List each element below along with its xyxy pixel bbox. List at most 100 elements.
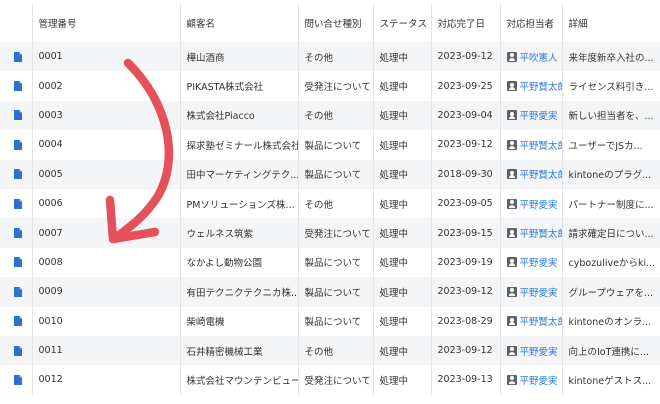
owner-link[interactable]: 平野愛実 xyxy=(520,347,558,358)
table-row[interactable]: 0006 PMソリューションズ株... その他 処理中 2023-09-05 平野愛実 パー… xyxy=(0,188,660,219)
owner-link[interactable]: 平野愛実 xyxy=(520,376,558,387)
cell-inquiry-type: 製品について xyxy=(297,247,373,278)
header-date[interactable]: 対応完了日 xyxy=(430,4,500,42)
table-row[interactable]: 0008 なかよし動物公園 製品について 処理中 2023-09-19 平野愛実 cyboz… xyxy=(0,247,660,278)
table-row[interactable]: 0011 石井精密機械工業 その他 処理中 2023-09-12 平野愛実 向上のIoT連携… xyxy=(0,335,660,366)
owner-link[interactable]: 平野愛実 xyxy=(520,258,558,269)
cell-customer-name: 探求塾ゼミナール株式会社 xyxy=(179,130,298,160)
row-detail-link[interactable] xyxy=(0,100,32,131)
cell-customer-name: 有田テクニクテクニカ株... xyxy=(179,277,298,307)
row-detail-link[interactable] xyxy=(0,335,32,366)
row-detail-link[interactable] xyxy=(0,71,32,101)
cell-status: 処理中 xyxy=(372,277,431,307)
document-icon[interactable] xyxy=(14,345,22,356)
user-icon xyxy=(506,345,517,356)
user-icon xyxy=(506,257,517,268)
cell-owner: 平野賢太郎 xyxy=(499,130,563,160)
user-icon xyxy=(506,228,517,239)
table-row[interactable]: 0012 株式会社マウンテンビュー 受発注について 処理中 2023-09-13 平野愛実… xyxy=(0,365,660,395)
header-status[interactable]: ステータス xyxy=(372,4,431,42)
row-detail-link[interactable] xyxy=(0,247,32,278)
cell-completion-date: 2023-09-12 xyxy=(430,42,500,72)
cell-record-id: 0005 xyxy=(31,159,180,189)
cell-owner: 平野賢太郎 xyxy=(499,306,563,336)
cell-record-id: 0006 xyxy=(31,188,180,219)
owner-link[interactable]: 平野愛実 xyxy=(520,200,558,211)
header-icon-column xyxy=(0,4,32,42)
cell-inquiry-type: 製品について xyxy=(297,306,373,336)
cell-inquiry-type: その他 xyxy=(297,100,373,131)
document-icon[interactable] xyxy=(14,228,22,239)
row-detail-link[interactable] xyxy=(0,365,32,395)
document-icon[interactable] xyxy=(14,51,22,62)
cell-customer-name: 株式会社Piacco xyxy=(179,100,298,131)
owner-link[interactable]: 平野賢太郎 xyxy=(520,82,563,93)
cell-detail: 新しい担当者を、... xyxy=(561,100,660,131)
cell-owner: 平野賢太郎 xyxy=(499,71,563,101)
cell-inquiry-type: 受発注について xyxy=(297,71,373,101)
cell-detail: ライセンス料引き... xyxy=(561,71,660,101)
cell-owner: 平野愛実 xyxy=(499,335,562,366)
header-detail[interactable]: 詳細 xyxy=(561,4,660,42)
cell-customer-name: 田中マーケティングテク... xyxy=(179,159,298,189)
cell-record-id: 0010 xyxy=(31,306,180,336)
document-icon[interactable] xyxy=(14,286,22,297)
table-row[interactable]: 0010柴崎電機製品について処理中2023-08-29 平野賢太郎kintoneの… xyxy=(0,306,660,336)
document-icon[interactable] xyxy=(14,169,22,180)
owner-link[interactable]: 平野賢太郎 xyxy=(520,170,563,181)
document-icon[interactable] xyxy=(14,198,22,209)
cell-inquiry-type: その他 xyxy=(297,42,373,72)
row-detail-link[interactable] xyxy=(0,306,32,336)
header-customer[interactable]: 顧客名 xyxy=(179,4,298,42)
owner-link[interactable]: 平吹憲人 xyxy=(520,53,558,64)
cell-detail: kintoneのオンラ... xyxy=(561,306,660,336)
row-detail-link[interactable] xyxy=(0,159,32,189)
cell-status: 処理中 xyxy=(372,71,431,101)
document-icon[interactable] xyxy=(14,110,22,121)
owner-link[interactable]: 平野愛実 xyxy=(520,111,558,122)
user-icon xyxy=(506,110,517,121)
cell-inquiry-type: その他 xyxy=(297,335,373,366)
cell-completion-date: 2023-09-15 xyxy=(430,218,500,248)
document-icon[interactable] xyxy=(14,374,22,385)
cell-detail: パートナー制度に... xyxy=(561,188,660,219)
cell-detail: グループウェアを... xyxy=(561,277,660,307)
cell-status: 処理中 xyxy=(372,130,431,160)
owner-link[interactable]: 平野賢太郎 xyxy=(520,317,563,328)
table-row[interactable]: 0003 株式会社Piacco その他 処理中 2023-09-04 平野愛実 新しい担当者… xyxy=(0,100,660,131)
user-icon xyxy=(506,169,517,180)
table-row[interactable]: 0007ウェルネス筑紫受発注について処理中2023-09-15 平野賢太郎請求確定… xyxy=(0,218,660,248)
document-icon[interactable] xyxy=(14,257,22,268)
user-icon xyxy=(506,198,517,209)
row-detail-link[interactable] xyxy=(0,188,32,219)
user-icon xyxy=(506,139,517,150)
document-icon[interactable] xyxy=(14,81,22,92)
row-detail-link[interactable] xyxy=(0,277,32,307)
document-icon[interactable] xyxy=(14,139,22,150)
row-detail-link[interactable] xyxy=(0,130,32,160)
cell-status: 処理中 xyxy=(372,100,431,131)
header-type[interactable]: 問い合せ種別 xyxy=(297,4,373,42)
cell-inquiry-type: 製品について xyxy=(297,277,373,307)
owner-link[interactable]: 平野愛実 xyxy=(520,288,558,299)
document-icon[interactable] xyxy=(14,316,22,327)
table-header-row: 管理番号 顧客名 問い合せ種別 ステータス 対応完了日 対応担当者 詳細 xyxy=(0,4,660,42)
owner-link[interactable]: 平野賢太郎 xyxy=(520,141,563,152)
row-detail-link[interactable] xyxy=(0,218,32,248)
header-id[interactable]: 管理番号 xyxy=(31,4,180,42)
cell-record-id: 0003 xyxy=(31,100,180,131)
cell-owner: 平野愛実 xyxy=(499,247,562,278)
table-row[interactable]: 0002PIKASTA株式会社受発注について処理中2023-09-25 平野賢太郎… xyxy=(0,71,660,101)
table-row[interactable]: 0004探求塾ゼミナール株式会社製品について処理中2023-09-12 平野賢太郎… xyxy=(0,130,660,160)
table-row[interactable]: 0009 有田テクニクテクニカ株... 製品について 処理中 2023-09-12 平野愛… xyxy=(0,277,660,307)
table-row[interactable]: 0005 田中マーケティングテク... 製品について 処理中 2018-09-30 平野賢… xyxy=(0,159,660,189)
header-owner[interactable]: 対応担当者 xyxy=(499,4,562,42)
cell-owner: 平野賢太郎 xyxy=(499,159,563,189)
user-icon xyxy=(506,81,517,92)
cell-owner: 平吹憲人 xyxy=(499,42,562,72)
row-detail-link[interactable] xyxy=(0,42,32,72)
owner-link[interactable]: 平野賢太郎 xyxy=(520,229,563,240)
user-icon xyxy=(506,374,517,385)
cell-detail: ユーザーでJSカ... xyxy=(561,130,660,160)
table-row[interactable]: 0001 樺山酒商 その他 処理中 2023-09-12 平吹憲人 来年度新卒入社の... xyxy=(0,42,660,72)
